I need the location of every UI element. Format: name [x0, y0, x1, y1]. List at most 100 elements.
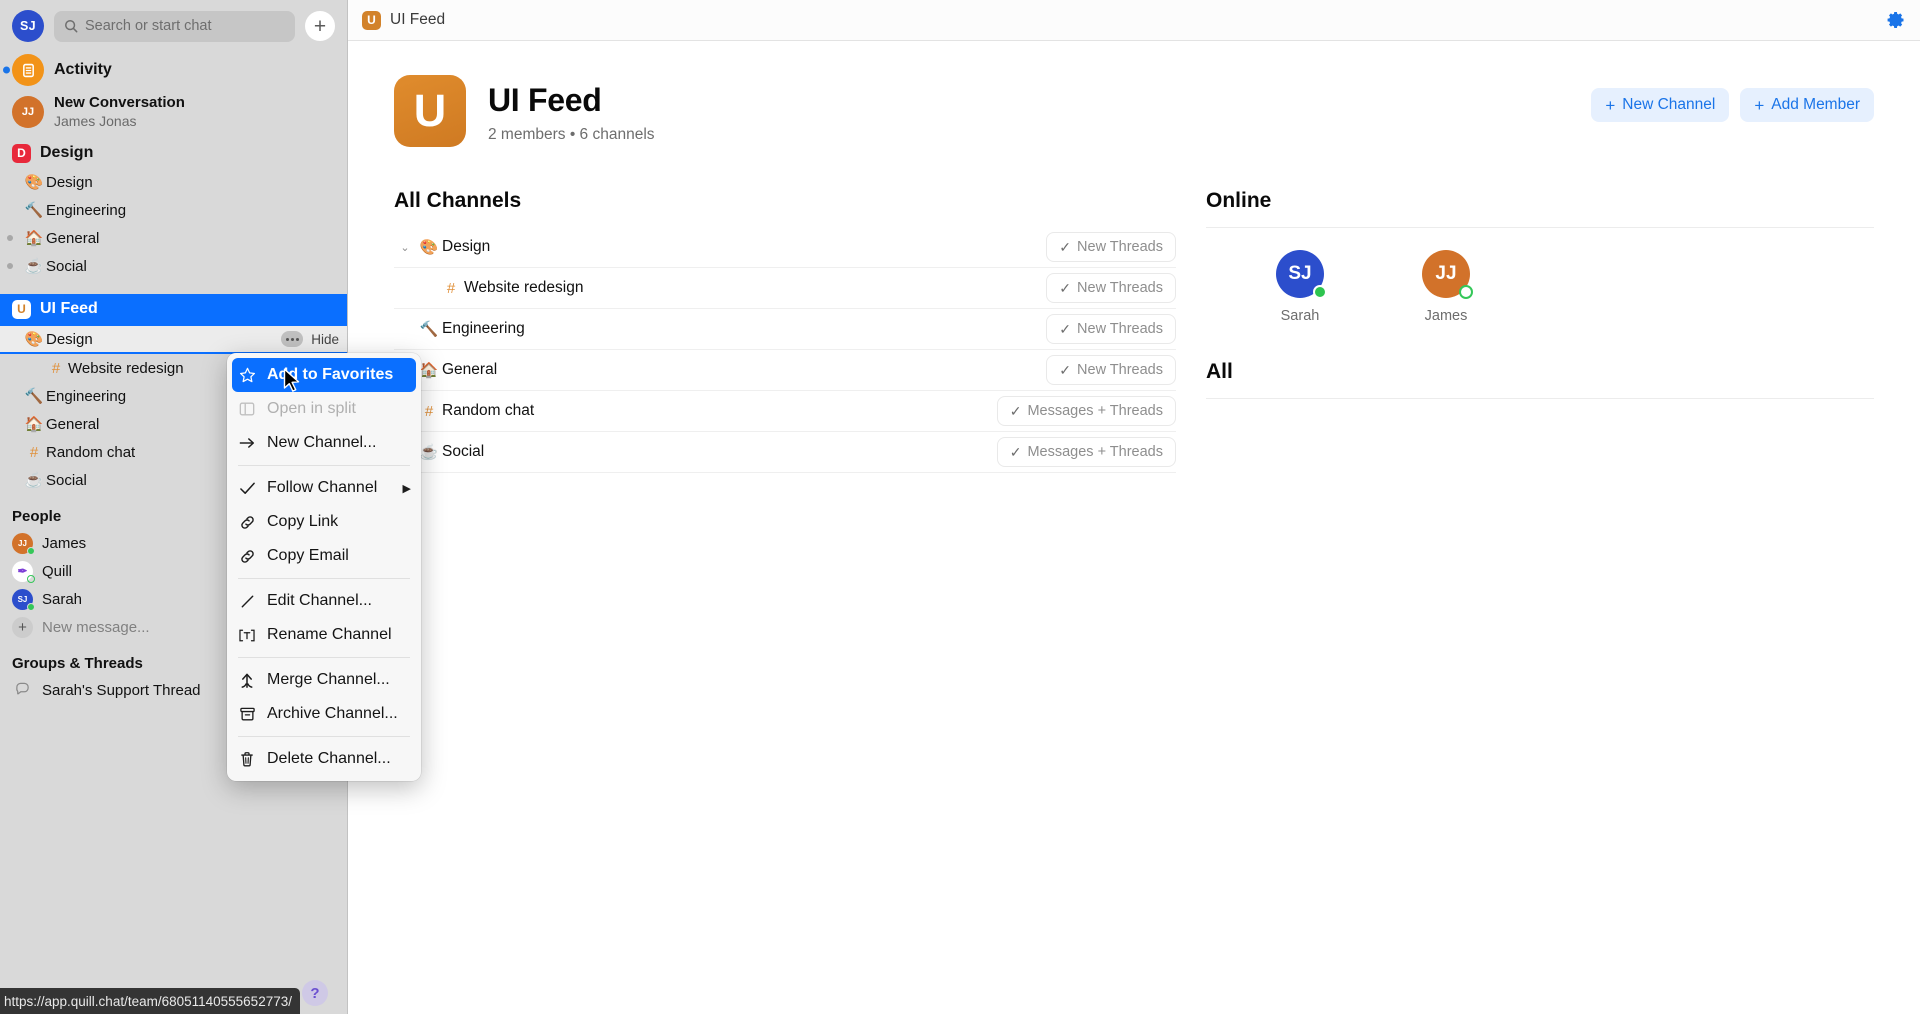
- table-row[interactable]: ☕ Social ✓ Messages + Threads: [394, 432, 1176, 473]
- hammer-icon: 🔨: [24, 388, 44, 405]
- add-member-button[interactable]: + Add Member: [1740, 88, 1874, 122]
- header-actions: + New Channel + Add Member: [1591, 75, 1874, 122]
- chat-bubble-icon: [12, 681, 33, 699]
- section-title: All Channels: [394, 189, 522, 212]
- house-icon: 🏠: [24, 230, 44, 247]
- menu-item-copy-email[interactable]: Copy Email: [227, 539, 421, 573]
- help-button[interactable]: ?: [302, 980, 328, 1006]
- search-icon: [65, 20, 78, 33]
- menu-item-label: New Channel...: [267, 434, 377, 451]
- menu-item-delete-channel[interactable]: Delete Channel...: [227, 742, 421, 776]
- archive-icon: [237, 706, 257, 722]
- sidebar-channel-engineering[interactable]: 🔨 Engineering: [0, 196, 347, 224]
- split-icon: [237, 401, 257, 417]
- plus-icon: +: [1754, 95, 1765, 115]
- chevron-down-icon[interactable]: ⌄: [394, 241, 416, 254]
- table-row[interactable]: # Website redesign ✓ New Threads: [394, 268, 1176, 309]
- channel-name: General: [442, 361, 498, 378]
- section-title: Online: [1206, 189, 1272, 212]
- button-label: New Channel: [1622, 96, 1716, 113]
- row-actions: Hide: [281, 331, 339, 347]
- check-icon: ✓: [1009, 443, 1022, 460]
- menu-item-label: Delete Channel...: [267, 750, 391, 767]
- plus-icon: +: [1605, 95, 1616, 115]
- sidebar-item-new-conversation[interactable]: JJ New Conversation James Jonas: [0, 90, 347, 138]
- link-icon: [237, 514, 257, 531]
- badge-label: New Threads: [1077, 321, 1163, 337]
- team-header-ui-feed[interactable]: U UI Feed: [0, 294, 347, 324]
- status-badge[interactable]: ✓ Messages + Threads: [996, 396, 1176, 426]
- columns: All Channels ⌄ 🎨 Design ✓ New Threads # …: [394, 189, 1874, 473]
- sidebar-channel-design-selected[interactable]: 🎨 Design Hide: [0, 324, 347, 354]
- more-options-button[interactable]: [281, 331, 304, 347]
- team-header-design[interactable]: D Design: [0, 138, 347, 168]
- menu-item-archive-channel[interactable]: Archive Channel...: [227, 697, 421, 731]
- conversation-title: New Conversation: [54, 94, 185, 111]
- status-badge[interactable]: ✓ Messages + Threads: [996, 437, 1176, 467]
- avatar: JJ: [12, 96, 44, 128]
- content-area: U UI Feed 2 members • 6 channels + New C…: [348, 41, 1920, 1014]
- badge-label: Messages + Threads: [1027, 444, 1163, 460]
- menu-item-add-to-favorites[interactable]: Add to Favorites: [232, 358, 416, 392]
- table-row[interactable]: 🔨 Engineering ✓ New Threads: [394, 309, 1176, 350]
- status-badge[interactable]: ✓ New Threads: [1046, 314, 1176, 344]
- table-row[interactable]: ⌄ 🎨 Design ✓ New Threads: [394, 227, 1176, 268]
- coffee-icon: ☕: [24, 258, 44, 275]
- table-row[interactable]: # Random chat ✓ Messages + Threads: [394, 391, 1176, 432]
- presence-indicator: [27, 574, 35, 583]
- hash-icon: #: [51, 359, 61, 377]
- house-icon: 🏠: [24, 416, 44, 433]
- menu-item-new-channel[interactable]: New Channel...: [227, 426, 421, 460]
- link-icon: [237, 548, 257, 565]
- channel-label: Social: [46, 257, 87, 275]
- menu-item-label: Copy Link: [267, 513, 339, 530]
- menu-item-merge-channel[interactable]: Merge Channel...: [227, 663, 421, 697]
- hash-icon: #: [446, 279, 456, 297]
- plus-icon: +: [12, 616, 33, 638]
- status-badge[interactable]: ✓ New Threads: [1046, 355, 1176, 385]
- avatar[interactable]: SJ: [12, 10, 44, 42]
- presence-indicator: [1313, 285, 1327, 299]
- sidebar-item-activity[interactable]: Activity: [0, 50, 347, 90]
- sidebar-channel-social[interactable]: ☕ Social: [0, 252, 347, 280]
- page-title: UI Feed: [390, 11, 446, 28]
- person-name: James: [42, 534, 87, 552]
- team-badge: U: [362, 10, 381, 30]
- team-name: Design: [40, 144, 94, 161]
- status-badge[interactable]: ✓ New Threads: [1046, 232, 1176, 262]
- coffee-icon: ☕: [24, 472, 44, 489]
- menu-item-copy-link[interactable]: Copy Link: [227, 505, 421, 539]
- sidebar-channel-general[interactable]: 🏠 General: [0, 224, 347, 252]
- menu-item-follow-channel[interactable]: Follow Channel ▶: [227, 471, 421, 505]
- status-badge[interactable]: ✓ New Threads: [1046, 273, 1176, 303]
- avatar: JJ: [1422, 250, 1473, 299]
- badge-label: Messages + Threads: [1027, 403, 1163, 419]
- menu-item-edit-channel[interactable]: Edit Channel...: [227, 584, 421, 618]
- new-message-label: New message...: [42, 618, 150, 636]
- table-row[interactable]: 🏠 General ✓ New Threads: [394, 350, 1176, 391]
- sidebar-channel-design[interactable]: 🎨 Design: [0, 168, 347, 196]
- member-sarah[interactable]: SJ Sarah: [1276, 250, 1327, 324]
- badge-label: New Threads: [1077, 239, 1163, 255]
- status-bar-url: https://app.quill.chat/team/680511405556…: [0, 988, 300, 1014]
- star-icon: [237, 367, 257, 384]
- menu-separator: [238, 465, 410, 466]
- hide-button[interactable]: Hide: [311, 332, 339, 347]
- new-channel-button[interactable]: + New Channel: [1591, 88, 1730, 122]
- menu-item-label: Merge Channel...: [267, 671, 390, 688]
- channel-label: Engineering: [46, 201, 127, 219]
- new-chat-button[interactable]: +: [305, 11, 335, 41]
- search-input[interactable]: Search or start chat: [54, 10, 295, 42]
- member-james[interactable]: JJ James: [1422, 250, 1473, 324]
- avatar: ✒: [12, 560, 35, 583]
- sidebar-item-label: Activity: [54, 61, 112, 78]
- hammer-icon: 🔨: [24, 202, 44, 219]
- gear-icon[interactable]: [1886, 10, 1906, 30]
- team-name: UI Feed: [40, 300, 98, 317]
- channel-label: Design: [46, 330, 93, 348]
- channel-name: Social: [442, 443, 485, 460]
- divider: [1206, 227, 1874, 228]
- avatar: SJ: [1276, 250, 1327, 299]
- menu-item-rename-channel[interactable]: Rename Channel: [227, 618, 421, 652]
- page-title: UI Feed: [488, 82, 602, 118]
